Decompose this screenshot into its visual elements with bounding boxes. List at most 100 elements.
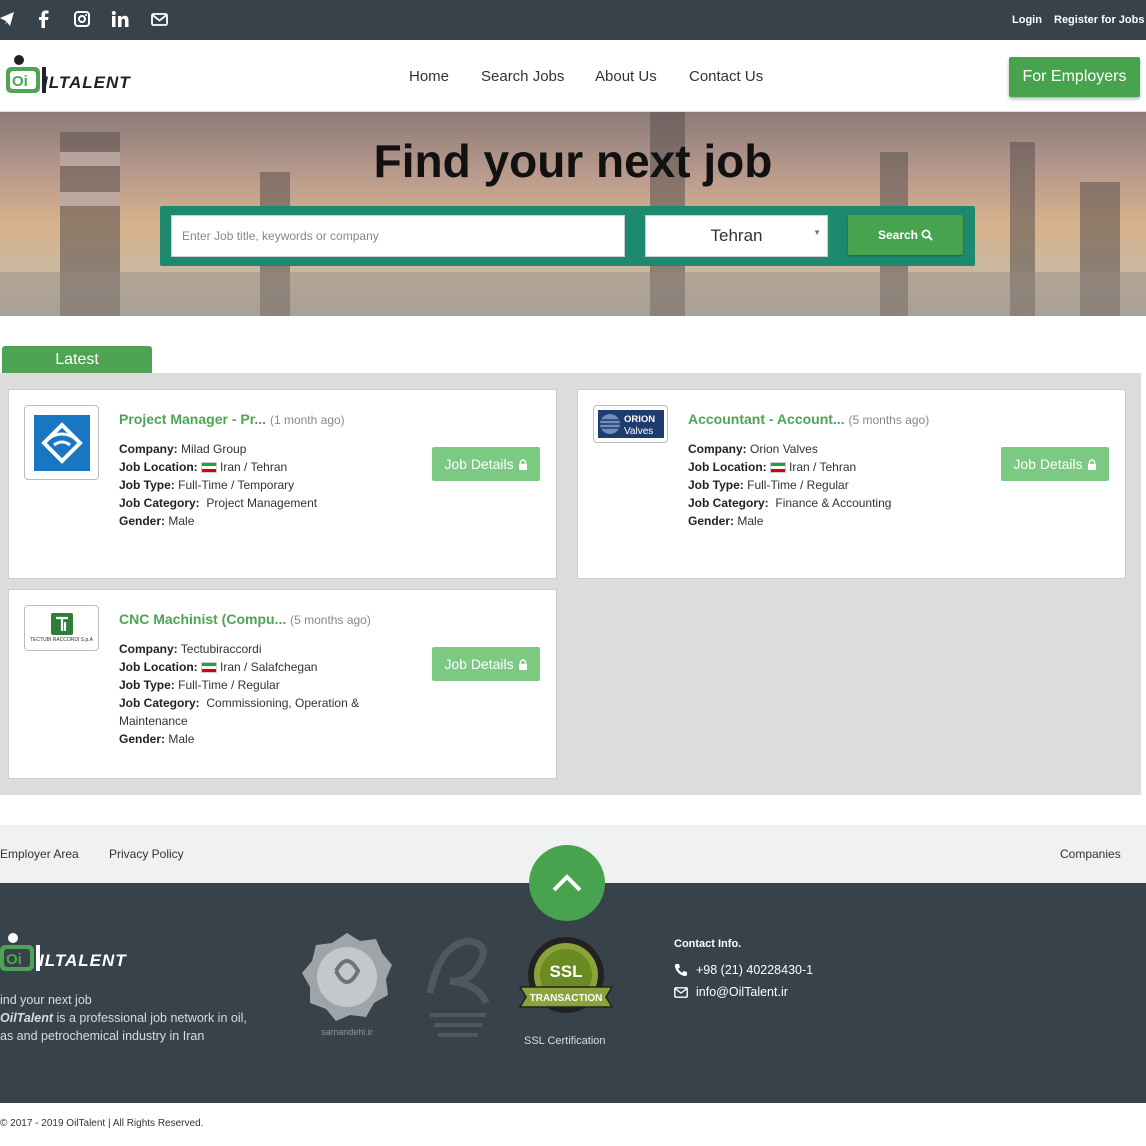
enamad-seal-icon bbox=[426, 937, 490, 1037]
job-title-link[interactable]: CNC Machinist (Compu... (5 months ago) bbox=[119, 611, 371, 627]
job-details-button[interactable]: Job Details bbox=[1001, 447, 1109, 481]
company-value: Orion Valves bbox=[750, 442, 818, 456]
job-title[interactable]: Project Manager - Pr... bbox=[119, 411, 266, 427]
dropdown-arrow-icon: ▼ bbox=[813, 228, 821, 237]
type-label: Job Type: bbox=[119, 478, 175, 492]
company-label: Company: bbox=[119, 642, 178, 656]
footer-tagline: ind your next job bbox=[0, 993, 92, 1007]
job-card[interactable]: ORION Valves Accountant - Account... (5 … bbox=[577, 389, 1126, 579]
job-title[interactable]: Accountant - Account... bbox=[688, 411, 845, 427]
scroll-to-top-button[interactable] bbox=[529, 845, 605, 921]
nav-home[interactable]: Home bbox=[409, 68, 449, 85]
instagram-icon[interactable] bbox=[71, 9, 93, 29]
location-label: Job Location: bbox=[119, 460, 198, 474]
company-logo-orion[interactable]: ORION Valves bbox=[593, 405, 668, 443]
brand-wordmark: ILTALENT bbox=[43, 73, 131, 92]
hero-title: Find your next job bbox=[373, 135, 773, 187]
gender-value: Male bbox=[737, 514, 764, 528]
iran-flag-icon bbox=[201, 462, 218, 474]
nav-search-jobs[interactable]: Search Jobs bbox=[481, 68, 564, 85]
orion-valves-logo-icon: ORION Valves bbox=[597, 410, 664, 438]
ssl-seal-icon: SSL TRANSACTION bbox=[518, 937, 614, 1013]
samandehi-seal-icon: samandehi.ir bbox=[302, 933, 392, 1037]
copyright-text: © 2017 - 2019 OilTalent | All Rights Res… bbox=[0, 1118, 204, 1129]
search-button[interactable]: Search bbox=[848, 215, 963, 255]
nav-contact-us[interactable]: Contact Us bbox=[689, 68, 763, 85]
svg-text:Oi: Oi bbox=[12, 73, 28, 90]
company-label: Company: bbox=[688, 442, 747, 456]
orion-logo-text: ORION bbox=[624, 414, 655, 425]
contact-phone[interactable]: +98 (21) 40228430-1 bbox=[674, 963, 813, 977]
register-link[interactable]: Register for Jobs bbox=[1054, 14, 1144, 26]
milad-logo-icon bbox=[33, 414, 90, 471]
footer-brand-wordmark: ILTALENT bbox=[39, 951, 127, 970]
type-value: Full-Time / Temporary bbox=[178, 478, 295, 492]
contact-phone-value: +98 (21) 40228430-1 bbox=[696, 963, 814, 977]
gender-value: Male bbox=[168, 514, 195, 528]
job-details-label: Job Details bbox=[444, 456, 514, 472]
job-info: Company: Tectubiraccordi Job Location: I… bbox=[119, 640, 379, 748]
brand-logo[interactable]: Oi ILTALENT bbox=[4, 53, 131, 95]
job-card[interactable]: TECTUBI RACCORDI S.p.A CNC Machinist (Co… bbox=[8, 589, 557, 779]
job-details-button[interactable]: Job Details bbox=[432, 447, 540, 481]
city-select-value: Tehran bbox=[710, 226, 763, 245]
job-posted-time: (5 months ago) bbox=[290, 613, 371, 627]
footer-employer-area-link[interactable]: Employer Area bbox=[0, 847, 79, 861]
job-details-button[interactable]: Job Details bbox=[432, 647, 540, 681]
tab-latest[interactable]: Latest bbox=[2, 346, 152, 373]
footer-privacy-policy-link[interactable]: Privacy Policy bbox=[109, 847, 184, 861]
ssl-seal-text: SSL bbox=[549, 962, 582, 981]
location-label: Job Location: bbox=[688, 460, 767, 474]
category-label: Job Category: bbox=[688, 496, 769, 510]
footer-companies-link[interactable]: Companies bbox=[1060, 847, 1121, 861]
login-link[interactable]: Login bbox=[1012, 14, 1042, 26]
ssl-badge[interactable]: SSL TRANSACTION SSL Certification bbox=[516, 935, 616, 1047]
facebook-icon[interactable] bbox=[32, 9, 54, 29]
category-label: Job Category: bbox=[119, 496, 200, 510]
contact-info-title: Contact Info. bbox=[674, 938, 742, 950]
city-select[interactable]: Tehran ▼ bbox=[645, 215, 828, 257]
job-details-label: Job Details bbox=[1013, 456, 1083, 472]
svg-text:Oi: Oi bbox=[6, 951, 22, 968]
job-info: Company: Milad Group Job Location: Iran … bbox=[119, 440, 379, 530]
oil-drop-icon: Oi bbox=[0, 933, 40, 971]
footer-desc-brand: OilTalent bbox=[0, 1011, 54, 1025]
main-navbar bbox=[0, 40, 1146, 112]
iran-flag-icon bbox=[201, 662, 218, 674]
job-posted-time: (5 months ago) bbox=[848, 413, 930, 427]
samandehi-badge[interactable]: samandehi.ir bbox=[300, 931, 394, 1056]
hero-bg-ground bbox=[0, 272, 1146, 316]
telegram-icon[interactable] bbox=[0, 9, 18, 29]
lock-icon bbox=[1087, 458, 1096, 470]
email-icon[interactable] bbox=[148, 9, 170, 29]
type-value: Full-Time / Regular bbox=[178, 678, 280, 692]
job-card[interactable]: Project Manager - Pr... (1 month ago) Co… bbox=[8, 389, 557, 579]
job-title[interactable]: CNC Machinist (Compu... bbox=[119, 611, 286, 627]
linkedin-icon[interactable] bbox=[109, 9, 131, 29]
nav-about-us[interactable]: About Us bbox=[595, 68, 657, 85]
job-title-link[interactable]: Accountant - Account... (5 months ago) bbox=[688, 411, 929, 427]
enamad-badge[interactable] bbox=[420, 933, 496, 1058]
gender-label: Gender: bbox=[119, 732, 166, 746]
job-info: Company: Orion Valves Job Location: Iran… bbox=[688, 440, 948, 530]
location-value: Iran / Tehran bbox=[220, 460, 288, 474]
hero-bg-stripe bbox=[60, 192, 120, 206]
gender-label: Gender: bbox=[688, 514, 735, 528]
lock-icon bbox=[518, 658, 527, 670]
email-icon bbox=[674, 986, 688, 998]
footer-brand-logo[interactable]: Oi ILTALENT bbox=[0, 931, 127, 973]
company-label: Company: bbox=[119, 442, 178, 456]
contact-email[interactable]: info@OilTalent.ir bbox=[674, 985, 788, 999]
for-employers-button[interactable]: For Employers bbox=[1009, 57, 1140, 97]
job-details-label: Job Details bbox=[444, 656, 514, 672]
samandehi-text: samandehi.ir bbox=[321, 1027, 373, 1037]
company-logo-milad[interactable] bbox=[24, 405, 99, 480]
company-logo-tectubi[interactable]: TECTUBI RACCORDI S.p.A bbox=[24, 605, 99, 651]
ssl-seal-subtext: TRANSACTION bbox=[530, 993, 603, 1004]
keyword-search-input[interactable] bbox=[171, 215, 625, 257]
type-value: Full-Time / Regular bbox=[747, 478, 849, 492]
job-title-link[interactable]: Project Manager - Pr... (1 month ago) bbox=[119, 411, 345, 427]
category-value: Finance & Accounting bbox=[775, 496, 892, 510]
gender-value: Male bbox=[168, 732, 195, 746]
location-label: Job Location: bbox=[119, 660, 198, 674]
